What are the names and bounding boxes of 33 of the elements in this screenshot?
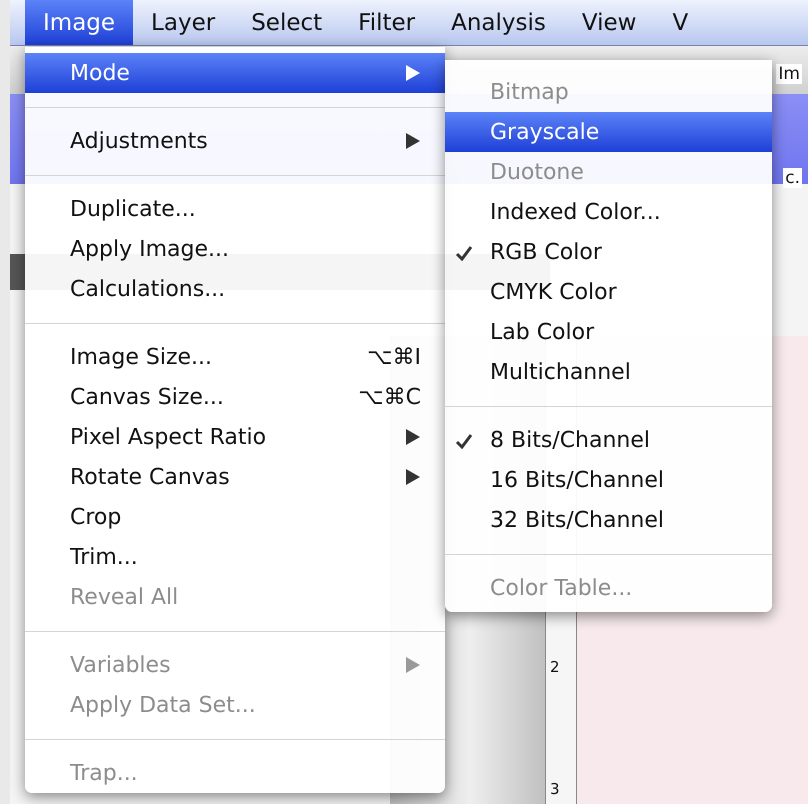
menu-item[interactable]: Adjustments xyxy=(25,121,445,161)
menu-item[interactable]: Pixel Aspect Ratio xyxy=(25,417,445,457)
shortcut-label: ⌥⌘C xyxy=(358,384,421,410)
menu-item[interactable]: 8 Bits/Channel xyxy=(445,420,772,460)
background-label: c. xyxy=(783,168,802,188)
menu-item[interactable]: Lab Color xyxy=(445,312,772,352)
menubar-item[interactable]: Filter xyxy=(340,0,434,45)
menubar-item[interactable]: Layer xyxy=(133,0,234,45)
menu-item[interactable]: Canvas Size... ⌥⌘C xyxy=(25,377,445,417)
menu-item[interactable]: Apply Image... xyxy=(25,229,445,269)
menu-item[interactable]: 32 Bits/Channel xyxy=(445,500,772,540)
menu-item[interactable]: Calculations... xyxy=(25,269,445,309)
shortcut-label: ⌥⌘I xyxy=(367,344,421,370)
menubar-item[interactable]: View xyxy=(564,0,654,45)
menu-item[interactable]: Trim... xyxy=(25,537,445,577)
menu-item[interactable]: CMYK Color xyxy=(445,272,772,312)
menu-item[interactable]: RGB Color xyxy=(445,232,772,272)
menu-item[interactable]: Crop xyxy=(25,497,445,537)
menu-item[interactable]: Duplicate... xyxy=(25,189,445,229)
menu-item[interactable]: Image Size... ⌥⌘I xyxy=(25,337,445,377)
menubar-item[interactable]: Analysis xyxy=(433,0,564,45)
menu-item[interactable]: Rotate Canvas xyxy=(25,457,445,497)
menu-item[interactable]: Indexed Color... xyxy=(445,192,772,232)
menu-item[interactable]: Grayscale xyxy=(445,112,772,152)
menubar-item[interactable]: V xyxy=(654,0,706,45)
menu-item[interactable]: Mode xyxy=(25,53,445,93)
menu-item[interactable]: 16 Bits/Channel xyxy=(445,460,772,500)
ruler-label: 3 xyxy=(550,780,560,798)
menu-item[interactable]: Multichannel xyxy=(445,352,772,392)
menubar-item[interactable]: Select xyxy=(233,0,340,45)
ruler-label: 2 xyxy=(550,658,560,676)
background-label: Im xyxy=(776,64,802,84)
menubar-item[interactable]: Image xyxy=(25,0,134,45)
